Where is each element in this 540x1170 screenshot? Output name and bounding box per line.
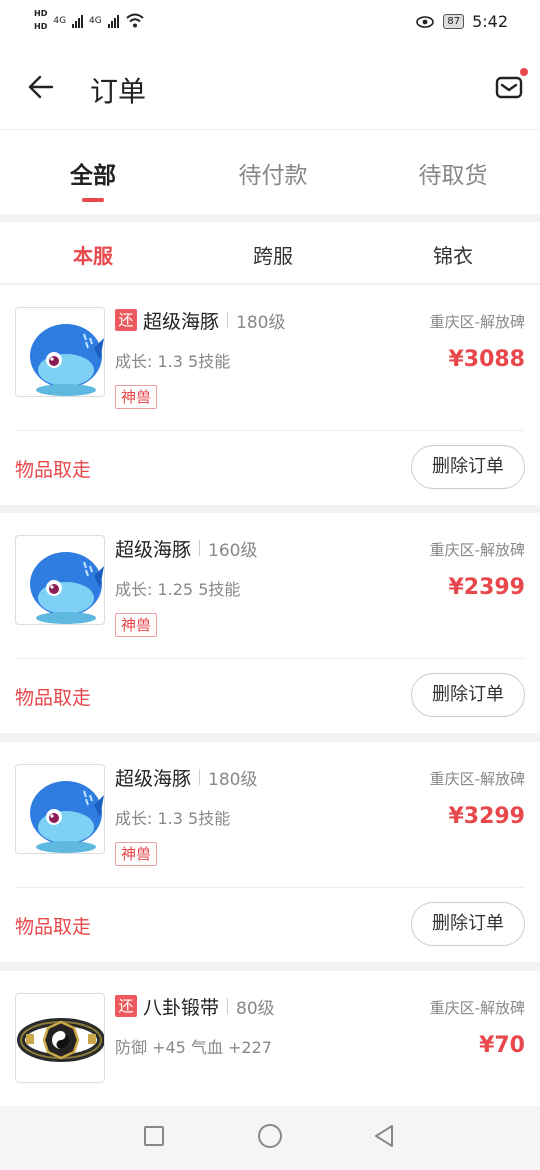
order-title-row: 还 八卦锻带 80级 xyxy=(115,993,275,1019)
order-title-row: 超级海豚 160级 xyxy=(115,535,257,561)
divider xyxy=(227,998,229,1014)
dolphin-icon xyxy=(30,781,104,853)
hd-label-2: HD xyxy=(34,22,48,31)
status-bar-left: HD HD 4G 4G xyxy=(34,8,145,33)
item-price: ¥2399 xyxy=(448,575,525,600)
belt-icon xyxy=(17,1018,104,1062)
subtab-costume[interactable]: 锦衣 xyxy=(363,240,540,269)
dolphin-pet-image xyxy=(15,307,105,397)
network-label-1: 4G xyxy=(53,15,67,26)
order-title-row: 还 超级海豚 180级 xyxy=(115,307,285,333)
item-stats: 成长: 1.25 5技能 xyxy=(115,580,241,599)
item-name: 超级海豚 xyxy=(115,538,192,561)
order-status: 物品取走 xyxy=(15,916,92,938)
item-stats: 防御 +45 气血 +227 xyxy=(115,1038,272,1057)
order-card[interactable]: 超级海豚 160级 重庆区-解放碑 成长: 1.25 5技能 ¥2399 神兽 … xyxy=(0,513,540,733)
order-card[interactable]: 还 超级海豚 180级 重庆区-解放碑 成长: 1.3 5技能 ¥3088 神兽… xyxy=(0,285,540,505)
delete-order-button[interactable]: 删除订单 xyxy=(411,902,525,946)
wifi-icon xyxy=(126,13,144,27)
item-stats: 成长: 1.3 5技能 xyxy=(115,352,231,371)
back-triangle-icon[interactable] xyxy=(372,1124,396,1148)
item-level: 180级 xyxy=(208,769,258,790)
server-location: 重庆区-解放碑 xyxy=(429,313,525,331)
return-badge: 还 xyxy=(115,309,137,331)
tab-all[interactable]: 全部 xyxy=(3,156,183,190)
item-level: 160级 xyxy=(208,540,258,561)
recent-apps-icon[interactable] xyxy=(144,1126,164,1146)
dolphin-icon xyxy=(30,324,104,396)
delete-order-button[interactable]: 删除订单 xyxy=(411,673,525,717)
server-location: 重庆区-解放碑 xyxy=(429,999,525,1017)
tab-pending-pickup[interactable]: 待取货 xyxy=(363,156,540,190)
hd-indicators: HD HD xyxy=(34,8,47,33)
item-name: 八卦锻带 xyxy=(143,996,220,1019)
arrow-left-icon[interactable] xyxy=(26,72,56,102)
card-divider xyxy=(15,658,525,659)
tab-pending-payment[interactable]: 待付款 xyxy=(183,156,363,190)
item-price: ¥3299 xyxy=(448,804,525,829)
status-bar: HD HD 4G 4G 87 5:42 xyxy=(0,0,540,46)
signal-icon-2 xyxy=(107,14,119,28)
notification-dot xyxy=(520,68,528,76)
return-badge: 还 xyxy=(115,995,137,1017)
hd-label-1: HD xyxy=(34,9,48,18)
server-location: 重庆区-解放碑 xyxy=(429,770,525,788)
subtab-local-server[interactable]: 本服 xyxy=(3,240,183,269)
item-name: 超级海豚 xyxy=(115,767,192,790)
home-icon[interactable] xyxy=(258,1124,282,1148)
order-tabs: 全部 待付款 待取货 xyxy=(0,130,540,214)
divider xyxy=(199,769,201,785)
status-bar-right: 87 5:42 xyxy=(415,12,508,31)
signal-icon xyxy=(72,14,84,28)
divider xyxy=(227,312,229,328)
item-stats: 成长: 1.3 5技能 xyxy=(115,809,231,828)
item-tag: 神兽 xyxy=(115,613,158,637)
order-title-row: 超级海豚 180级 xyxy=(115,764,257,790)
dolphin-pet-image xyxy=(15,535,105,625)
clock: 5:42 xyxy=(472,12,508,31)
order-card[interactable]: 超级海豚 180级 重庆区-解放碑 成长: 1.3 5技能 ¥3299 神兽 物… xyxy=(0,742,540,962)
item-price: ¥3088 xyxy=(448,347,525,372)
active-tab-indicator xyxy=(82,198,104,202)
item-name: 超级海豚 xyxy=(143,310,220,333)
belt-item-image xyxy=(15,993,105,1083)
item-tag: 神兽 xyxy=(115,385,158,409)
subtab-cross-server[interactable]: 跨服 xyxy=(183,240,363,269)
item-price: ¥70 xyxy=(479,1033,525,1058)
item-tag: 神兽 xyxy=(115,842,158,866)
dolphin-pet-image xyxy=(15,764,105,854)
card-divider xyxy=(15,887,525,888)
order-status: 物品取走 xyxy=(15,687,92,709)
mail-icon[interactable] xyxy=(494,72,524,102)
card-divider xyxy=(15,430,525,431)
eye-icon xyxy=(416,15,435,28)
delete-order-button[interactable]: 删除订单 xyxy=(411,445,525,489)
dolphin-icon xyxy=(30,552,104,624)
item-level: 80级 xyxy=(236,998,275,1019)
network-label-2: 4G xyxy=(89,15,102,26)
system-navigation-bar xyxy=(0,1106,540,1170)
server-location: 重庆区-解放碑 xyxy=(429,541,525,559)
divider xyxy=(199,540,201,556)
app-header: 订单 xyxy=(0,46,540,130)
server-subtabs: 本服 跨服 锦衣 xyxy=(0,222,540,284)
order-card[interactable]: 还 八卦锻带 80级 重庆区-解放碑 防御 +45 气血 +227 ¥70 xyxy=(0,971,540,1111)
battery-icon: 87 xyxy=(443,14,465,29)
page-title: 订单 xyxy=(90,75,147,108)
item-level: 180级 xyxy=(236,312,286,333)
order-status: 物品取走 xyxy=(15,459,92,481)
